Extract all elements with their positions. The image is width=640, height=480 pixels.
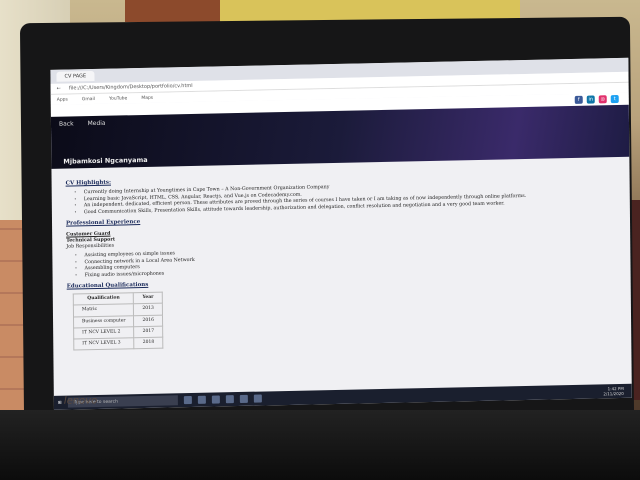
bookmark-apps[interactable]: Apps — [57, 97, 68, 102]
twitter-icon[interactable]: t — [610, 95, 619, 104]
bookmark-youtube[interactable]: YouTube — [109, 96, 127, 101]
laptop-screen: CV PAGE ← file:///C:/Users/Kingdom/Deskt… — [50, 57, 632, 410]
chrome-icon[interactable] — [211, 395, 220, 404]
cv-content: CV Highlights: Currently doing Internshi… — [51, 157, 631, 362]
table-cell: IT NCV LEVEL 3 — [73, 337, 135, 350]
laptop-keyboard — [0, 410, 640, 480]
photo-scene: CV PAGE ← file:///C:/Users/Kingdom/Deskt… — [0, 0, 640, 480]
clock-date: 2/11/2020 — [603, 390, 624, 397]
mail-icon[interactable] — [239, 394, 248, 404]
back-arrow-icon[interactable]: ← — [57, 86, 61, 92]
laptop: CV PAGE ← file:///C:/Users/Kingdom/Deskt… — [19, 16, 635, 424]
instagram-icon[interactable]: ◎ — [598, 95, 607, 104]
bookmark-maps[interactable]: Maps — [141, 95, 153, 100]
nav-media[interactable]: Media — [88, 120, 106, 127]
profile-name: Mjbamkosi Ngcanyama — [63, 155, 148, 166]
store-icon[interactable] — [225, 395, 234, 404]
table-cell: 2018 — [134, 336, 163, 349]
table-header: Year — [133, 292, 163, 305]
file-explorer-icon[interactable] — [197, 395, 206, 404]
nav-back[interactable]: Back — [59, 120, 74, 127]
laptop-brand-logo: lenovo — [63, 395, 98, 407]
table-row: IT NCV LEVEL 3 2018 — [73, 336, 163, 350]
task-view-icon[interactable] — [183, 396, 192, 405]
table-cell: 2017 — [134, 325, 163, 338]
page-nav: Back Media — [59, 120, 106, 128]
vscode-icon[interactable] — [253, 394, 262, 403]
taskbar-clock[interactable]: 1:42 PM 2/11/2020 — [603, 386, 632, 397]
windows-start-icon[interactable]: ⊞ — [58, 400, 62, 405]
browser-tab[interactable]: CV PAGE — [56, 71, 95, 82]
table-cell: 2016 — [133, 314, 163, 327]
qualifications-table: Qualification Year Matric 2013 Business c… — [73, 292, 163, 350]
address-text[interactable]: file:///C:/Users/Kingdom/Desktop/portfol… — [69, 83, 193, 92]
facebook-icon[interactable]: f — [574, 95, 583, 104]
door — [125, 0, 220, 22]
bookmark-gmail[interactable]: Gmail — [82, 96, 95, 101]
table-cell: 2013 — [133, 303, 163, 316]
windows-taskbar: ⊞ Type here to search 1:42 PM 2/11/2020 — [53, 383, 632, 410]
linkedin-icon[interactable]: in — [586, 95, 595, 104]
